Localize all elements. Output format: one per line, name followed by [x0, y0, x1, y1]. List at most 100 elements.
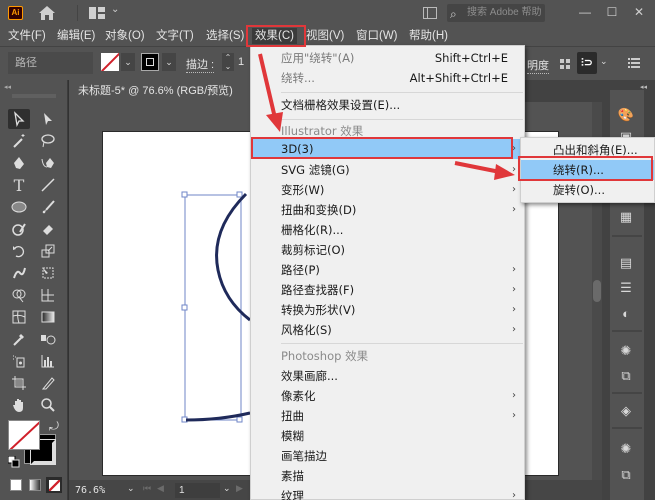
column-graph-tool-icon[interactable] [37, 351, 59, 371]
menu-item-crop-marks[interactable]: 裁剪标记(O) [251, 240, 524, 260]
menu-window[interactable]: 窗口(W) [356, 28, 398, 44]
paintbrush-tool-icon[interactable] [37, 197, 59, 217]
stroke-panel-icon[interactable]: ☰ [616, 279, 636, 297]
close-button[interactable]: ✕ [628, 3, 650, 21]
graphic-styles-panel-icon[interactable]: ⧉ [616, 367, 636, 385]
chevron-down-icon[interactable]: ⌄ [600, 56, 608, 67]
rotate-tool-icon[interactable] [8, 241, 30, 261]
menu-type[interactable]: 文字(T) [156, 28, 194, 44]
curve-path[interactable] [215, 192, 251, 322]
chevron-down-icon[interactable]: ⌄ [111, 4, 119, 15]
collapse-toolbar-icon[interactable]: ◂◂ [4, 83, 11, 91]
vertical-scrollbar-thumb[interactable] [593, 280, 601, 302]
selected-path-artwork[interactable] [150, 180, 260, 440]
shape-builder-tool-icon[interactable] [8, 285, 30, 305]
artboard-number-field[interactable]: 1 [175, 483, 220, 498]
submenu-item-extrude-bevel[interactable]: 凸出和斜角(E)... [521, 140, 654, 160]
eraser-tool-icon[interactable] [37, 219, 59, 239]
previous-artboard-icon[interactable]: ◀ [157, 483, 164, 494]
default-fill-stroke-icon[interactable] [8, 456, 20, 468]
line-tool-icon[interactable] [37, 175, 59, 195]
menu-file[interactable]: 文件(F) [8, 28, 46, 44]
gradient-panel-icon[interactable]: ▤ [616, 254, 636, 272]
eyedropper-tool-icon[interactable] [8, 329, 30, 349]
menu-item-3d[interactable]: 3D(3) › [251, 139, 524, 159]
scale-tool-icon[interactable] [37, 241, 59, 261]
maximize-button[interactable]: ☐ [601, 3, 623, 21]
warp-tool-icon[interactable] [8, 263, 30, 283]
menu-item-convert-to-shape[interactable]: 转换为形状(V) › [251, 300, 524, 320]
stroke-weight-value[interactable]: 1 [238, 56, 244, 68]
stroke-color-swatch[interactable] [141, 53, 159, 71]
menu-item-blur[interactable]: 模糊 [251, 426, 524, 446]
opacity-label[interactable]: 明度 [527, 57, 549, 74]
menu-item-warp[interactable]: 变形(W) › [251, 180, 524, 200]
fill-color-swatch[interactable] [101, 53, 119, 71]
layers-panel-icon[interactable]: ◈ [616, 402, 636, 420]
menu-item-texture[interactable]: 纹理 › [251, 486, 524, 500]
submenu-item-revolve[interactable]: 绕转(R)... [521, 160, 654, 180]
mesh-tool-icon[interactable] [8, 307, 30, 327]
fill-color-box[interactable] [8, 420, 40, 450]
help-search-input[interactable]: ⌕ 搜索 Adobe 帮助 [447, 4, 545, 22]
gradient-mode-button[interactable] [29, 479, 41, 491]
curvature-tool-icon[interactable] [37, 153, 59, 173]
color-mode-button[interactable] [10, 479, 22, 491]
slice-tool-icon[interactable] [37, 373, 59, 393]
menu-item-stylize[interactable]: 风格化(S) › [251, 320, 524, 340]
none-mode-button[interactable] [46, 477, 62, 493]
menu-item-pixelate[interactable]: 像素化 › [251, 386, 524, 406]
selection-handle[interactable] [236, 416, 243, 423]
collapse-panels-icon[interactable]: ◂◂ [640, 83, 647, 91]
type-tool-icon[interactable]: T [8, 175, 30, 195]
submenu-item-rotate[interactable]: 旋转(O)... [521, 180, 654, 200]
menu-edit[interactable]: 编辑(E) [57, 28, 95, 44]
workspace-layout-icon[interactable] [89, 7, 105, 19]
appearance-panel-icon[interactable]: ✺ [616, 342, 636, 360]
menu-select[interactable]: 选择(S) [206, 28, 244, 44]
menu-item-sketch[interactable]: 素描 [251, 466, 524, 486]
artboard-dropdown-chevron-icon[interactable]: ⌄ [223, 483, 231, 494]
shaper-tool-icon[interactable] [8, 219, 30, 239]
minimize-button[interactable]: — [574, 3, 596, 21]
ellipse-tool-icon[interactable] [8, 197, 30, 217]
selection-handle[interactable] [236, 191, 243, 198]
document-tab[interactable]: 未标题-5* @ 76.6% (RGB/预览) [69, 80, 269, 102]
menu-item-pathfinder[interactable]: 路径查找器(F) › [251, 280, 524, 300]
selection-tool-icon[interactable] [8, 109, 30, 129]
menu-item-apply-last-effect[interactable]: 应用"绕转"(A) Shift+Ctrl+E [251, 48, 524, 68]
menu-item-last-effect[interactable]: 绕转... Alt+Shift+Ctrl+E [251, 68, 524, 88]
asset-export-panel-icon[interactable]: ⧉ [616, 466, 636, 484]
menu-item-distort[interactable]: 扭曲 › [251, 406, 524, 426]
pen-tool-icon[interactable] [8, 153, 30, 173]
arrange-documents-button[interactable]: ⫶⊃ [577, 52, 597, 74]
stroke-weight-label[interactable]: 描边 : [186, 56, 215, 73]
lasso-tool-icon[interactable] [37, 131, 59, 151]
menu-item-distort-transform[interactable]: 扭曲和变换(D) › [251, 200, 524, 220]
first-artboard-icon[interactable]: ⏮ [143, 483, 151, 494]
gradient-tool-icon[interactable] [37, 307, 59, 327]
panel-toggle-icon[interactable] [423, 7, 437, 19]
artboard-tool-icon[interactable] [8, 373, 30, 393]
menu-view[interactable]: 视图(V) [306, 28, 344, 44]
perspective-grid-tool-icon[interactable] [37, 285, 59, 305]
transparency-panel-icon[interactable]: ◐ [616, 304, 636, 322]
menu-item-svg-filters[interactable]: SVG 滤镜(G) › [251, 160, 524, 180]
free-transform-tool-icon[interactable] [37, 263, 59, 283]
selection-handle[interactable] [181, 304, 188, 311]
menu-item-path[interactable]: 路径(P) › [251, 260, 524, 280]
zoom-level-field[interactable]: 76.6% [75, 483, 125, 498]
swap-fill-stroke-icon[interactable]: ⤾ [49, 419, 59, 434]
magic-wand-tool-icon[interactable] [8, 131, 30, 151]
blend-tool-icon[interactable] [37, 329, 59, 349]
menu-item-brush-strokes[interactable]: 画笔描边 [251, 446, 524, 466]
toolbar-grip[interactable] [12, 94, 56, 98]
menu-help[interactable]: 帮助(H) [409, 28, 448, 44]
panel-menu-icon[interactable] [628, 58, 640, 68]
color-panel-icon[interactable]: 🎨 [616, 106, 636, 124]
direct-selection-tool-icon[interactable] [37, 109, 59, 129]
menu-object[interactable]: 对象(O) [105, 28, 145, 44]
menu-item-rasterize[interactable]: 栅格化(R)... [251, 220, 524, 240]
menu-effect[interactable]: 效果(C) [252, 28, 297, 44]
menu-item-document-raster-settings[interactable]: 文档栅格效果设置(E)... [251, 95, 524, 115]
